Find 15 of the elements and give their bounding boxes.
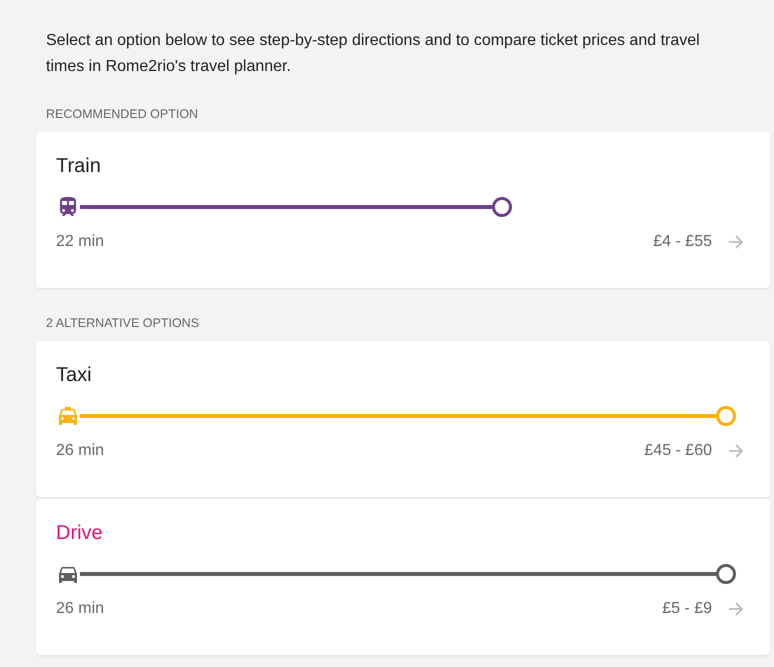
section-heading: RECOMMENDED OPTION <box>46 107 200 121</box>
option-title: Taxi <box>56 363 93 388</box>
section-heading: 2 ALTERNATIVE OPTIONS <box>46 316 200 330</box>
option-card[interactable]: Drive 26 min £5 - £9 <box>36 499 770 655</box>
price-text: £5 - £9 <box>662 600 712 618</box>
price-text: £45 - £60 <box>644 442 712 460</box>
option-card[interactable]: Train 22 min £4 - £55 <box>36 132 770 288</box>
intro-text: Select an option below to see step-by-step directions and to compare ticket prices and travel times in Rome2rio's travel planner. <box>46 31 701 77</box>
duration-text: 22 min <box>56 233 104 251</box>
option-title: Train <box>56 154 102 179</box>
duration-text: 26 min <box>56 442 104 460</box>
option-card[interactable]: Taxi 26 min £45 - £60 <box>36 341 770 497</box>
price-text: £4 - £55 <box>653 233 712 251</box>
duration-text: 26 min <box>56 600 104 618</box>
option-title: Drive <box>56 521 104 546</box>
